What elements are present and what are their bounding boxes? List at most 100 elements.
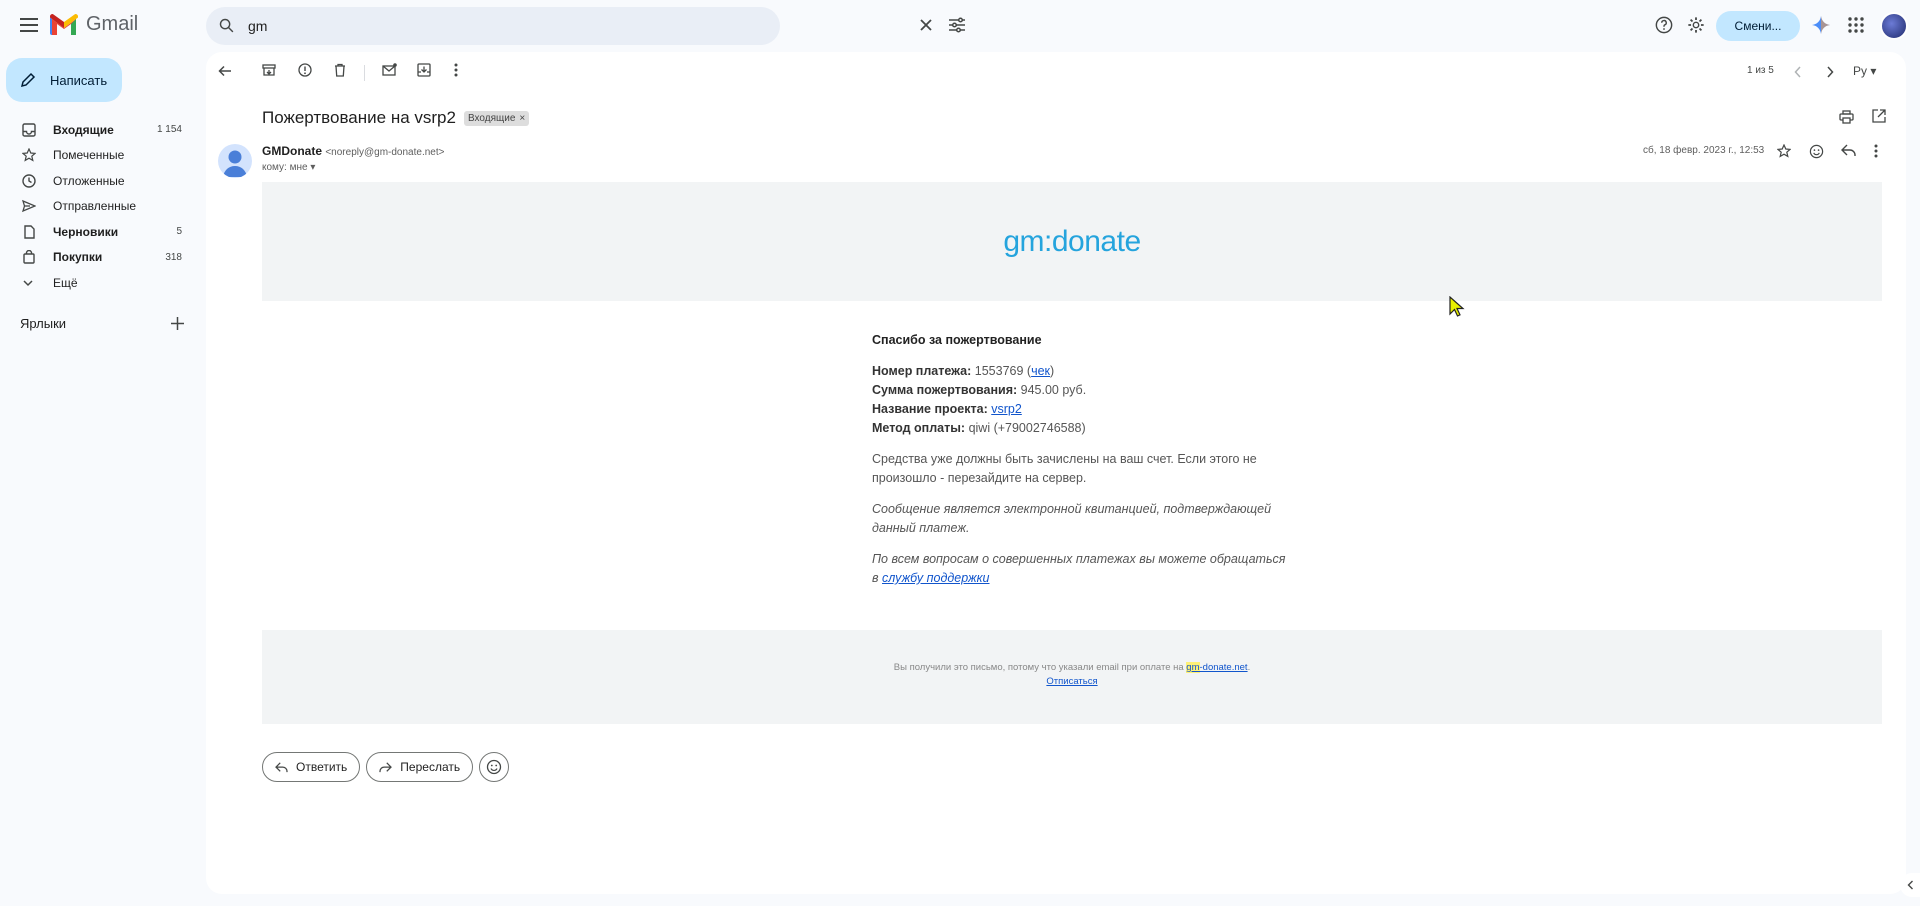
subject-text: Пожертвование на vsrp2 <box>262 108 456 127</box>
add-label-icon[interactable] <box>171 317 184 330</box>
gm-donate-logo: gm:donate <box>1003 224 1141 258</box>
bag-icon <box>22 250 38 264</box>
print-icon[interactable] <box>1839 110 1854 124</box>
emoji-reaction-icon[interactable] <box>1809 144 1824 159</box>
footer-site-link-rest: -donate.net <box>1199 662 1248 673</box>
recipient-line[interactable]: кому: мне ▾ <box>262 162 315 173</box>
star-icon <box>22 148 38 162</box>
report-spam-icon[interactable] <box>298 63 312 77</box>
forward-button[interactable]: Переслать <box>366 752 474 782</box>
compose-button[interactable]: Написать <box>6 58 122 102</box>
amount-value: 945.00 руб. <box>1020 383 1087 397</box>
sidebar-item-count: 318 <box>165 251 182 263</box>
caret-down-icon[interactable]: ▾ <box>310 162 315 173</box>
footer-text: Вы получили это письмо, потому что указа… <box>893 662 1184 673</box>
reply-label: Ответить <box>296 760 348 774</box>
message-pane: 1 из 5 Ру ▾ Пожертвование на vsrp2 Входя… <box>206 52 1906 894</box>
chevron-right-icon[interactable] <box>1826 66 1834 78</box>
search-bar <box>206 7 965 45</box>
receipt-link[interactable]: чек <box>1031 364 1050 378</box>
sidebar-item-count: 1 154 <box>156 124 182 136</box>
email-content-area: Спасибо за пожертвование Номер платежа: … <box>262 301 1882 630</box>
thanks-heading: Спасибо за пожертвование <box>872 333 1042 347</box>
gemini-icon[interactable] <box>1812 16 1830 34</box>
label-badge-text: Входящие <box>467 112 516 124</box>
app-name: Gmail <box>86 13 139 35</box>
amount-row: Сумма пожертвования: 945.00 руб. <box>872 381 1292 400</box>
mouse-cursor-icon <box>1449 295 1465 323</box>
archive-icon[interactable] <box>262 63 276 77</box>
trash-icon[interactable] <box>334 63 346 77</box>
message-toolbar: 1 из 5 Ру ▾ <box>206 52 1906 88</box>
reply-icon <box>275 761 288 773</box>
search-highlight: gm <box>1186 662 1200 673</box>
sidebar-item-inbox[interactable]: Входящие 1 154 <box>0 117 200 143</box>
gear-icon[interactable] <box>1687 16 1705 34</box>
message-date: сб, 18 февр. 2023 г., 12:53 <box>1643 145 1765 156</box>
draft-icon <box>22 225 38 239</box>
sidebar-item-snoozed[interactable]: Отложенные <box>0 168 200 194</box>
star-icon[interactable] <box>1777 144 1791 158</box>
apps-grid-icon[interactable] <box>1848 17 1864 33</box>
pager-text: 1 из 5 <box>1747 65 1774 76</box>
mark-unread-icon[interactable] <box>382 63 397 77</box>
amount-label: Сумма пожертвования: <box>872 383 1018 397</box>
move-to-icon[interactable] <box>417 63 431 77</box>
side-panel-toggle[interactable] <box>1900 873 1920 897</box>
more-vert-icon[interactable] <box>454 63 458 77</box>
close-icon[interactable] <box>918 17 934 33</box>
search-input[interactable] <box>248 16 688 36</box>
open-new-window-icon[interactable] <box>1872 109 1886 123</box>
reply-icon[interactable] <box>1841 144 1856 157</box>
search-icon[interactable] <box>218 17 235 34</box>
main-menu-button[interactable] <box>16 12 42 38</box>
payment-number-row: Номер платежа: 1553769 (чек) <box>872 364 1055 378</box>
reply-button[interactable]: Ответить <box>262 752 361 782</box>
labels-heading: Ярлыки <box>20 316 67 331</box>
email-content: Спасибо за пожертвование Номер платежа: … <box>872 331 1292 588</box>
back-arrow-icon[interactable] <box>218 65 232 77</box>
label-badge[interactable]: Входящие × <box>463 110 530 126</box>
sidebar-item-more[interactable]: Ещё <box>0 270 200 296</box>
project-label: Название проекта: <box>872 402 988 416</box>
chevron-left-icon[interactable] <box>1794 66 1802 78</box>
account-avatar[interactable] <box>1880 12 1908 40</box>
remove-label-icon[interactable]: × <box>519 113 525 124</box>
sidebar-item-starred[interactable]: Помеченные <box>0 143 200 169</box>
support-link[interactable]: службу поддержки <box>882 571 990 585</box>
unsubscribe-link[interactable]: Отписаться <box>1046 676 1097 687</box>
switch-account-button[interactable]: Смени... <box>1716 11 1800 41</box>
email-header-banner: gm:donate <box>262 182 1882 301</box>
inbox-icon <box>22 123 38 137</box>
sidebar-item-drafts[interactable]: Черновики 5 <box>0 219 200 245</box>
footer-site-link[interactable]: gm-donate.net <box>1186 662 1248 673</box>
support-note: По всем вопросам о совершенных платежах … <box>872 550 1292 588</box>
input-language-toggle[interactable]: Ру ▾ <box>1853 64 1876 78</box>
top-bar: Gmail Смени... <box>0 0 1920 52</box>
payment-label: Номер платежа: <box>872 364 972 378</box>
method-label: Метод оплаты: <box>872 421 966 435</box>
footer-dot: . <box>1247 662 1251 673</box>
funds-text: Средства уже должны быть зачислены на ва… <box>872 452 1257 485</box>
filter-options-icon[interactable] <box>948 17 966 33</box>
sidebar-item-label: Отправленные <box>53 199 137 214</box>
gmail-logo[interactable]: Gmail <box>50 13 138 36</box>
method-value: qiwi (+79002746588) <box>968 421 1086 435</box>
sidebar-item-label: Входящие <box>53 122 114 137</box>
email-footer: Вы получили это письмо, потому что указа… <box>262 630 1882 724</box>
help-icon[interactable] <box>1655 16 1673 34</box>
compose-label: Написать <box>50 72 108 88</box>
sidebar-item-purchases[interactable]: Покупки 318 <box>0 245 200 271</box>
sender-name[interactable]: GMDonate <box>262 144 322 158</box>
more-vert-icon[interactable] <box>1874 144 1878 158</box>
emoji-icon <box>486 759 502 775</box>
project-link[interactable]: vsrp2 <box>991 402 1022 416</box>
receipt-note: Сообщение является электронной квитанцие… <box>872 502 1272 535</box>
sidebar-item-sent[interactable]: Отправленные <box>0 194 200 220</box>
emoji-reaction-button[interactable] <box>479 752 510 782</box>
method-row: Метод оплаты: qiwi (+79002746588) <box>872 419 1292 438</box>
email-body: gm:donate Спасибо за пожертвование Номер… <box>262 182 1882 724</box>
sender-avatar[interactable] <box>218 144 252 178</box>
sidebar-item-label: Отложенные <box>53 173 125 188</box>
sidebar-item-label: Черновики <box>53 224 119 239</box>
